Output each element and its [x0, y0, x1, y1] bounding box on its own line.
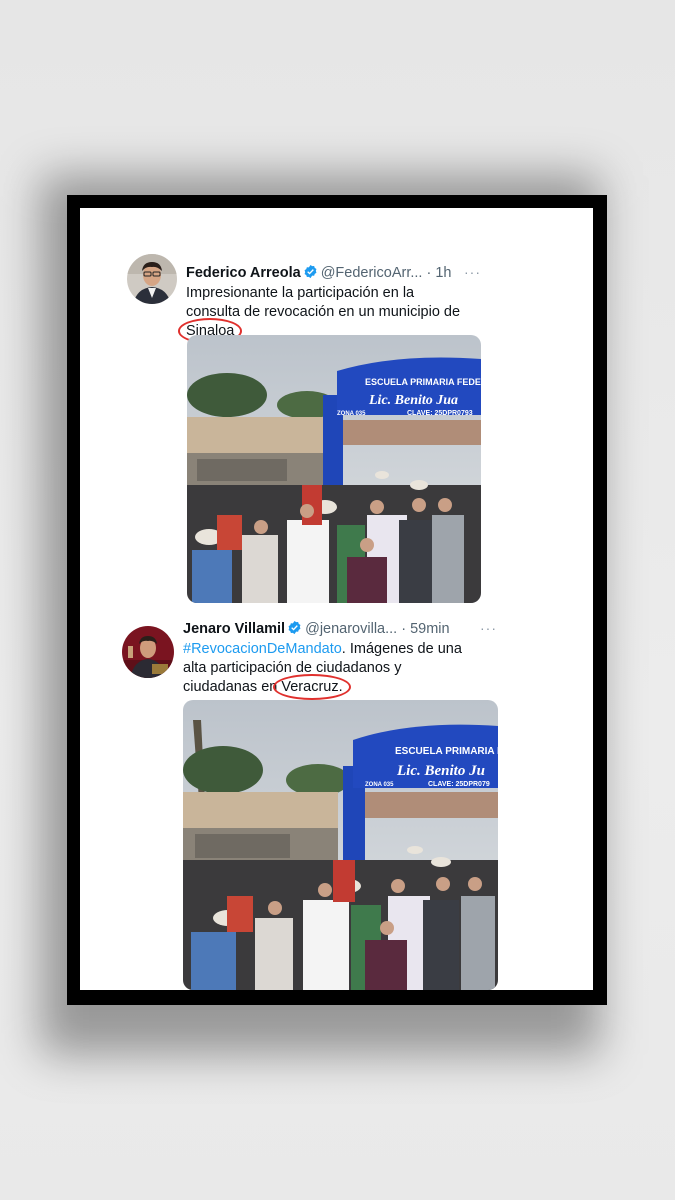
more-options-icon[interactable]: ···: [480, 620, 497, 636]
sign-text: ESCUELA PRIMARIA F: [395, 746, 498, 757]
hashtag-link[interactable]: #RevocacionDeMandato: [183, 641, 342, 657]
sign-text: Lic. Benito Ju: [396, 763, 485, 779]
tweet-media[interactable]: ESCUELA PRIMARIA FEDE Lic. Benito Jua ZO…: [187, 335, 481, 603]
tweet-sheet: Federico Arreola @FedericoArr... · 1h ···…: [80, 208, 593, 990]
sign-text: Lic. Benito Jua: [368, 393, 458, 408]
tweet-2[interactable]: Jenaro Villamil @jenarovilla... · 59min ·…: [80, 608, 593, 990]
timestamp[interactable]: 59min: [410, 621, 450, 637]
tweet-header: Federico Arreola @FedericoArr... · 1h: [186, 264, 452, 281]
verified-badge-icon: [288, 620, 301, 635]
tweet-header: Jenaro Villamil @jenarovilla... · 59min: [183, 620, 450, 637]
text-line: consulta de revocación en un municipio d…: [186, 304, 461, 320]
text-line: alta participación de ciudadanos y: [183, 660, 402, 676]
avatar[interactable]: [127, 254, 177, 304]
text-line: Impresionante la participación en la: [186, 285, 415, 301]
tweet-media[interactable]: ESCUELA PRIMARIA F Lic. Benito Ju ZONA 0…: [183, 700, 498, 990]
text-segment: . Imágenes de una: [341, 641, 462, 657]
text-segment: ciudadanas en: [183, 679, 282, 695]
sign-text: CLAVE: 25DPR079: [428, 781, 490, 788]
verified-badge-icon: [304, 264, 317, 279]
sign-text: ZONA 035: [365, 782, 394, 788]
author-handle[interactable]: @FedericoArr...: [321, 265, 423, 281]
timestamp[interactable]: 1h: [435, 265, 451, 281]
tweet-1[interactable]: Federico Arreola @FedericoArr... · 1h ···…: [80, 208, 593, 603]
sign-text: ZONA 035: [337, 411, 366, 417]
sign-text: CLAVE: 25DPR0793: [407, 410, 473, 417]
circled-location: Veracruz.: [273, 674, 351, 700]
more-options-icon[interactable]: ···: [464, 264, 481, 280]
author-name[interactable]: Federico Arreola: [186, 265, 301, 281]
avatar[interactable]: [122, 626, 174, 678]
tweet-text: #RevocacionDeMandato. Imágenes de una al…: [183, 640, 513, 700]
tweet-text: Impresionante la participación en la con…: [177, 284, 506, 344]
author-name[interactable]: Jenaro Villamil: [183, 621, 285, 637]
screenshot-frame: Federico Arreola @FedericoArr... · 1h ···…: [67, 195, 607, 1005]
author-handle[interactable]: @jenarovilla...: [305, 621, 397, 637]
sign-text: ESCUELA PRIMARIA FEDE: [365, 377, 481, 387]
separator: ·: [426, 265, 432, 281]
separator: ·: [401, 621, 407, 637]
